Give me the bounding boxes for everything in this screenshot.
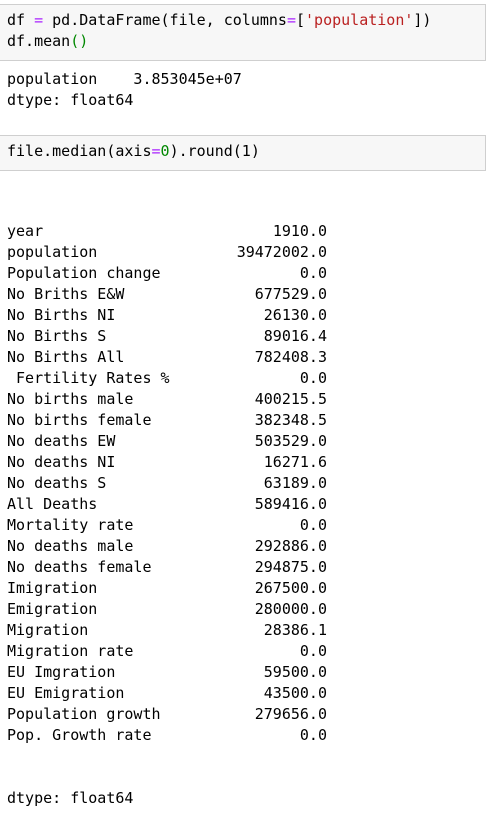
series-value: 267500.0 xyxy=(254,579,327,597)
series-label: population xyxy=(7,243,98,261)
series-value: 16271.6 xyxy=(263,453,327,471)
series-label: No deaths NI xyxy=(7,453,116,471)
code-string: 'population' xyxy=(305,11,414,29)
series-value: 279656.0 xyxy=(254,705,327,723)
code-line-dataframe: df = pd.DataFrame(file, columns=['popula… xyxy=(7,10,478,31)
series-row: Imigration 267500.0 xyxy=(7,578,327,599)
code-variable: df xyxy=(7,11,26,29)
series-value: 382348.5 xyxy=(254,411,327,429)
code-paren: () xyxy=(70,32,89,50)
code-line-mean: df.mean() xyxy=(7,31,478,52)
series-value: 0.0 xyxy=(299,642,327,660)
series-label: EU Imgration xyxy=(7,663,116,681)
output-line: population 3.853045e+07 xyxy=(7,70,242,88)
series-value: 59500.0 xyxy=(263,663,327,681)
series-row: All Deaths 589416.0 xyxy=(7,494,327,515)
code-operator: = xyxy=(286,11,296,29)
series-label: No deaths S xyxy=(7,474,107,492)
series-value: 89016.4 xyxy=(263,327,327,345)
series-label: Migration xyxy=(7,621,89,639)
series-label: Emigration xyxy=(7,600,98,618)
series-row: Population growth 279656.0 xyxy=(7,704,327,725)
series-row: Fertility Rates % 0.0 xyxy=(7,368,327,389)
series-row: No Briths E&W 677529.0 xyxy=(7,284,327,305)
series-row: EU Emigration 43500.0 xyxy=(7,683,327,704)
output-mean: population 3.853045e+07 dtype: float64 xyxy=(7,69,242,111)
output-dtype: dtype: float64 xyxy=(7,91,134,109)
output-median-series: year 1910.0 population 39472002.0 Population… xyxy=(7,179,327,830)
series-label: No Briths E&W xyxy=(7,285,125,303)
series-row: No Births All 782408.3 xyxy=(7,347,327,368)
series-label: All Deaths xyxy=(7,495,98,513)
series-value: 400215.5 xyxy=(254,390,327,408)
series-label: Mortality rate xyxy=(7,516,134,534)
series-value: 280000.0 xyxy=(254,600,327,618)
series-row: EU Imgration 59500.0 xyxy=(7,662,327,683)
series-label: Migration rate xyxy=(7,642,134,660)
code-number: 0 xyxy=(160,142,170,160)
series-row: year 1910.0 xyxy=(7,221,327,242)
series-value: 677529.0 xyxy=(254,285,327,303)
series-label: No births male xyxy=(7,390,134,408)
series-label: No births female xyxy=(7,411,152,429)
series-label: No Births All xyxy=(7,348,125,366)
series-row: Population change 0.0 xyxy=(7,263,327,284)
series-label: No Births S xyxy=(7,327,107,345)
series-value: 63189.0 xyxy=(263,474,327,492)
code-operator: = xyxy=(34,11,44,29)
series-row: No births male 400215.5 xyxy=(7,389,327,410)
code-call: pd.DataFrame(file, columns xyxy=(43,11,287,29)
series-label: Population change xyxy=(7,264,161,282)
series-label: Fertility Rates % xyxy=(7,369,170,387)
series-row: No deaths S 63189.0 xyxy=(7,473,327,494)
output-dtype: dtype: float64 xyxy=(7,789,134,807)
code-bracket: [ xyxy=(296,11,306,29)
code-call: file.median(axis xyxy=(7,142,152,160)
series-row: No births female 382348.5 xyxy=(7,410,327,431)
code-cell-dataframe-mean[interactable]: df = pd.DataFrame(file, columns=['popula… xyxy=(0,4,486,61)
series-row: No deaths NI 16271.6 xyxy=(7,452,327,473)
series-row: population 39472002.0 xyxy=(7,242,327,263)
series-label: No deaths female xyxy=(7,558,152,576)
series-value: 292886.0 xyxy=(254,537,327,555)
code-cell-median[interactable]: file.median(axis=0).round(1) xyxy=(0,135,486,171)
series-rows: year 1910.0 population 39472002.0 Population… xyxy=(7,221,327,746)
series-row: Pop. Growth rate 0.0 xyxy=(7,725,327,746)
series-value: 0.0 xyxy=(299,369,327,387)
series-value: 43500.0 xyxy=(263,684,327,702)
series-label: EU Emigration xyxy=(7,684,125,702)
series-value: 1910.0 xyxy=(272,222,327,240)
series-label: year xyxy=(7,222,44,240)
series-row: Emigration 280000.0 xyxy=(7,599,327,620)
code-call: ).round(1) xyxy=(169,142,260,160)
series-label: Imigration xyxy=(7,579,98,597)
series-value: 0.0 xyxy=(299,726,327,744)
series-value: 28386.1 xyxy=(263,621,327,639)
series-value: 782408.3 xyxy=(254,348,327,366)
series-row: No deaths female 294875.0 xyxy=(7,557,327,578)
code-operator: = xyxy=(151,142,161,160)
series-value: 0.0 xyxy=(299,264,327,282)
series-row: Mortality rate 0.0 xyxy=(7,515,327,536)
series-label: No deaths male xyxy=(7,537,134,555)
series-label: Pop. Growth rate xyxy=(7,726,152,744)
code-bracket: ]) xyxy=(413,11,432,29)
series-value: 39472002.0 xyxy=(236,243,327,261)
code-call: df.mean xyxy=(7,32,71,50)
series-value: 589416.0 xyxy=(254,495,327,513)
series-row: No Births NI 26130.0 xyxy=(7,305,327,326)
series-label: No deaths EW xyxy=(7,432,116,450)
series-row: Migration rate 0.0 xyxy=(7,641,327,662)
series-value: 503529.0 xyxy=(254,432,327,450)
series-row: No Births S 89016.4 xyxy=(7,326,327,347)
series-row: No deaths male 292886.0 xyxy=(7,536,327,557)
series-value: 26130.0 xyxy=(263,306,327,324)
series-row: No deaths EW 503529.0 xyxy=(7,431,327,452)
series-row: Migration 28386.1 xyxy=(7,620,327,641)
series-label: No Births NI xyxy=(7,306,116,324)
series-value: 294875.0 xyxy=(254,558,327,576)
series-label: Population growth xyxy=(7,705,161,723)
series-value: 0.0 xyxy=(299,516,327,534)
